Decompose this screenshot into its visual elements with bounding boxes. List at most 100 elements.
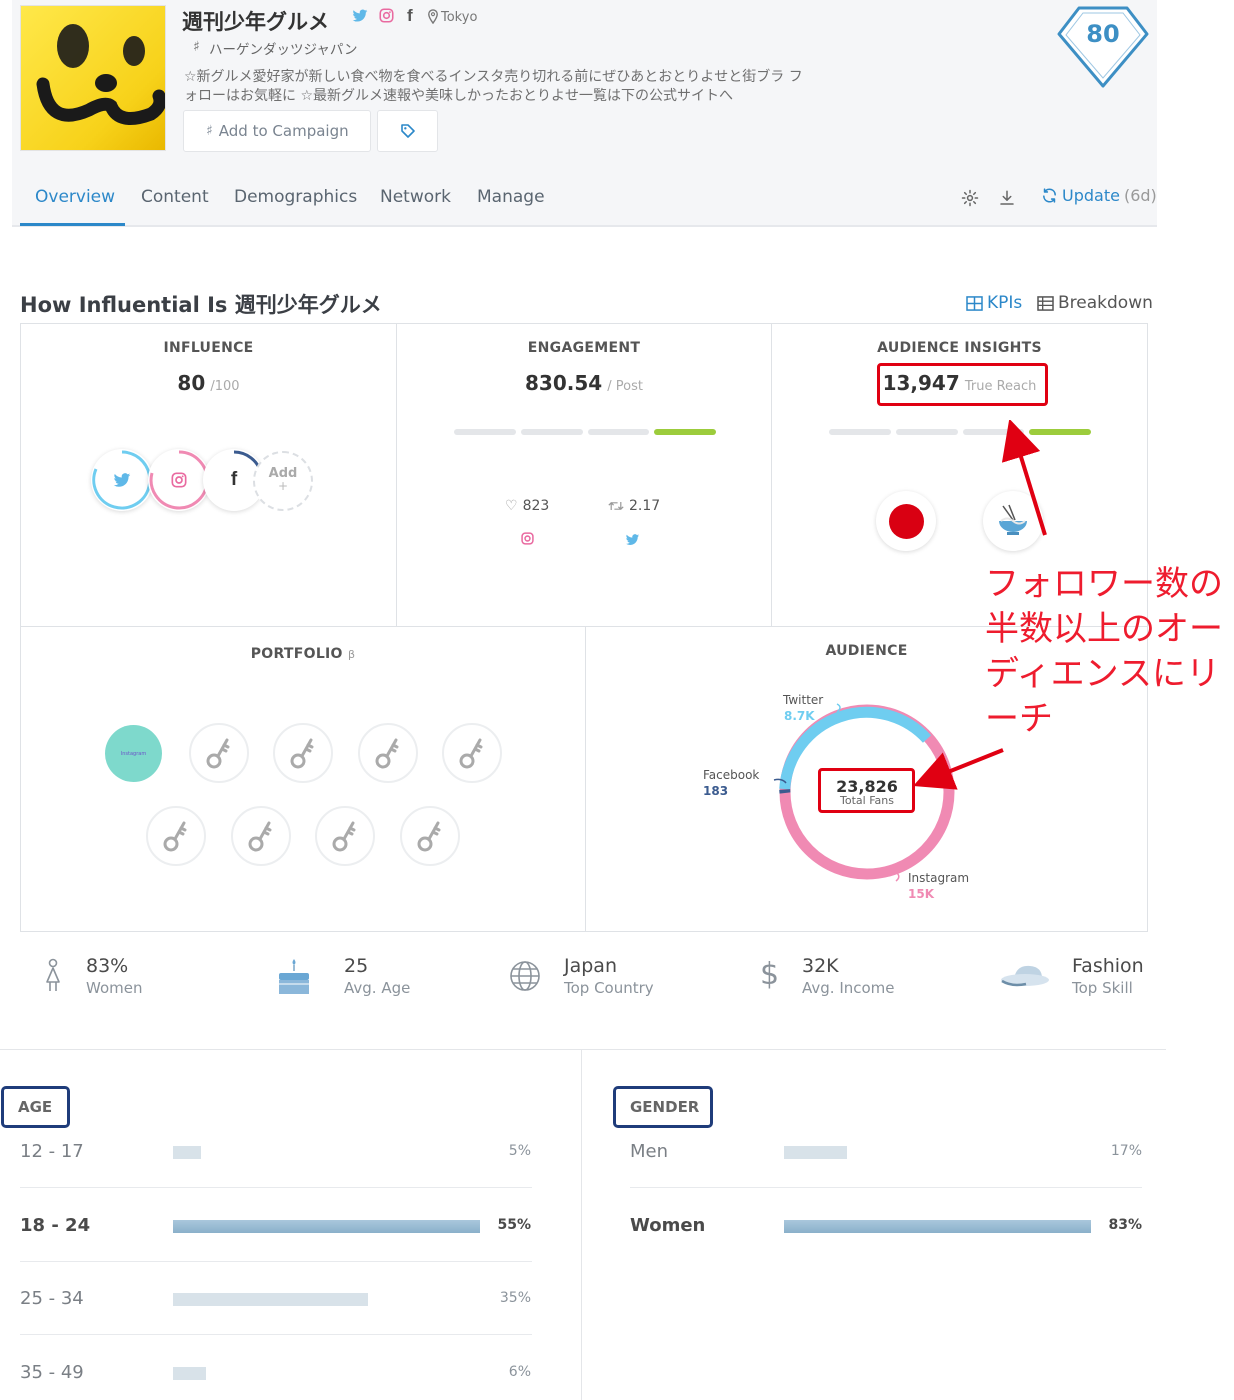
key-icon	[163, 821, 187, 852]
locked-portfolio-slot[interactable]	[358, 723, 418, 783]
stat-income-label: Avg. Income	[802, 979, 895, 997]
add-plus-icon: +	[277, 479, 289, 493]
hashtag-icon: ♯	[193, 39, 200, 55]
kpis-toggle[interactable]: KPIs	[966, 293, 1022, 313]
location-pin-icon	[427, 9, 439, 28]
facebook-audience-value: 183	[703, 784, 729, 798]
level-segment	[654, 429, 716, 435]
age-row-percent: 5%	[508, 1143, 531, 1159]
stat-women-value: 83%	[86, 955, 129, 977]
age-row-label: 25 - 34	[20, 1288, 84, 1309]
column-divider	[581, 1050, 582, 1400]
twitter-score-ring	[92, 450, 152, 510]
influence-card: INFLUENCE 80 /100 f Add +	[20, 323, 397, 627]
age-row-bar	[173, 1293, 368, 1306]
instagram-audience-value: 15K	[908, 887, 934, 901]
key-icon	[290, 738, 314, 769]
influence-instagram-button[interactable]	[148, 449, 210, 511]
locked-portfolio-slot[interactable]	[273, 723, 333, 783]
locked-portfolio-slot[interactable]	[231, 806, 291, 866]
twitter-audience-label: Twitter	[783, 693, 824, 707]
influence-twitter-button[interactable]	[91, 449, 153, 511]
portfolio-heading: PORTFOLIO β	[21, 646, 585, 662]
tag-button[interactable]	[377, 110, 438, 152]
gender-heading-label: GENDER	[630, 1098, 700, 1116]
retweets-stat: 2.17	[608, 498, 660, 514]
locked-portfolio-slot[interactable]	[315, 806, 375, 866]
likes-value: 823	[522, 498, 550, 514]
age-heading-label: AGE	[18, 1098, 53, 1116]
instagram-icon[interactable]	[379, 8, 394, 27]
influence-value: 80	[177, 371, 206, 395]
add-network-button[interactable]: Add +	[253, 451, 313, 511]
age-heading: AGE	[1, 1086, 70, 1128]
age-row-bar	[173, 1146, 201, 1159]
tab-network[interactable]: Network	[380, 187, 451, 207]
key-icon	[206, 738, 230, 769]
section-title: How Influential Is 週刊少年グルメ	[20, 293, 382, 317]
tab-overview[interactable]: Overview	[35, 187, 115, 207]
age-row-percent: 35%	[499, 1290, 531, 1306]
level-segment	[454, 429, 516, 435]
breakdown-toggle[interactable]: Breakdown	[1037, 293, 1153, 313]
bio-text: ☆新グルメ愛好家が新しい食べ物を食べるインスタ売り切れる前にぜひあとおとりよせと…	[184, 69, 803, 104]
update-button[interactable]: Update (6d)	[1041, 186, 1157, 205]
update-age: (6d)	[1123, 186, 1157, 205]
hat-icon	[1000, 963, 1050, 995]
engagement-card: ENGAGEMENT 830.54 / Post ♡ 823 2.17	[396, 323, 772, 627]
tab-demographics[interactable]: Demographics	[234, 187, 357, 207]
engagement-title: ENGAGEMENT	[527, 340, 641, 356]
handle-text: ハーゲンダッツジャパン	[209, 42, 358, 58]
update-label: Update	[1062, 186, 1120, 205]
stat-income-value: 32K	[802, 955, 839, 977]
locked-portfolio-slot[interactable]	[146, 806, 206, 866]
key-icon	[417, 821, 441, 852]
tab-manage[interactable]: Manage	[477, 187, 545, 207]
locked-portfolio-slot[interactable]	[189, 723, 249, 783]
age-row-percent: 55%	[497, 1216, 531, 1233]
age-row-label: 18 - 24	[20, 1214, 91, 1236]
age-row-label: 35 - 49	[20, 1361, 84, 1383]
instagram-audience-label: Instagram	[908, 871, 970, 885]
stat-country-value: Japan	[564, 955, 617, 977]
tab-content[interactable]: Content	[141, 187, 209, 207]
portfolio-title: PORTFOLIO	[250, 646, 343, 662]
age-row-separator	[20, 1334, 532, 1335]
instagram-icon	[521, 530, 534, 549]
facebook-icon[interactable]: f	[407, 6, 413, 26]
annotation-note: フォロワー数の半数以上のオーディエンスにリーチ	[985, 564, 1223, 739]
instagram-score-ring	[149, 450, 209, 510]
level-segment	[520, 429, 583, 435]
avatar-face	[36, 24, 165, 125]
active-tab-indicator	[20, 223, 125, 226]
twitter-icon[interactable]	[352, 9, 368, 27]
gender-row-percent: 83%	[1108, 1216, 1142, 1233]
age-row-separator	[20, 1260, 532, 1262]
true-reach-highlight-box	[877, 363, 1048, 406]
location-text: Tokyo	[441, 10, 478, 25]
download-icon[interactable]	[998, 189, 1016, 211]
avatar	[20, 5, 166, 151]
portfolio-item-instagram[interactable]: Instagram	[105, 725, 162, 782]
breakdown-label: Breakdown	[1058, 293, 1153, 313]
influence-score: 80 /100	[21, 371, 396, 395]
stat-age-value: 25	[344, 955, 369, 977]
gear-icon[interactable]	[961, 189, 979, 211]
gender-heading: GENDER	[613, 1086, 713, 1128]
influence-unit: /100	[210, 379, 240, 394]
level-segment	[829, 429, 891, 435]
heart-icon: ♡	[505, 498, 518, 514]
age-row-bar	[173, 1366, 206, 1380]
gender-row-percent: 17%	[1110, 1143, 1142, 1159]
engagement-level-bar	[454, 429, 716, 435]
section-divider	[0, 1049, 1166, 1050]
key-icon	[459, 738, 483, 769]
level-segment	[587, 429, 650, 435]
locked-portfolio-slot[interactable]	[442, 723, 502, 783]
locked-portfolio-slot[interactable]	[400, 806, 460, 866]
add-to-campaign-label: Add to Campaign	[218, 122, 349, 140]
add-to-campaign-button[interactable]: ♯ Add to Campaign	[183, 110, 371, 152]
refresh-icon	[1043, 188, 1056, 203]
engagement-value: 830.54	[525, 371, 603, 395]
facebook-audience-label: Facebook	[703, 768, 760, 782]
